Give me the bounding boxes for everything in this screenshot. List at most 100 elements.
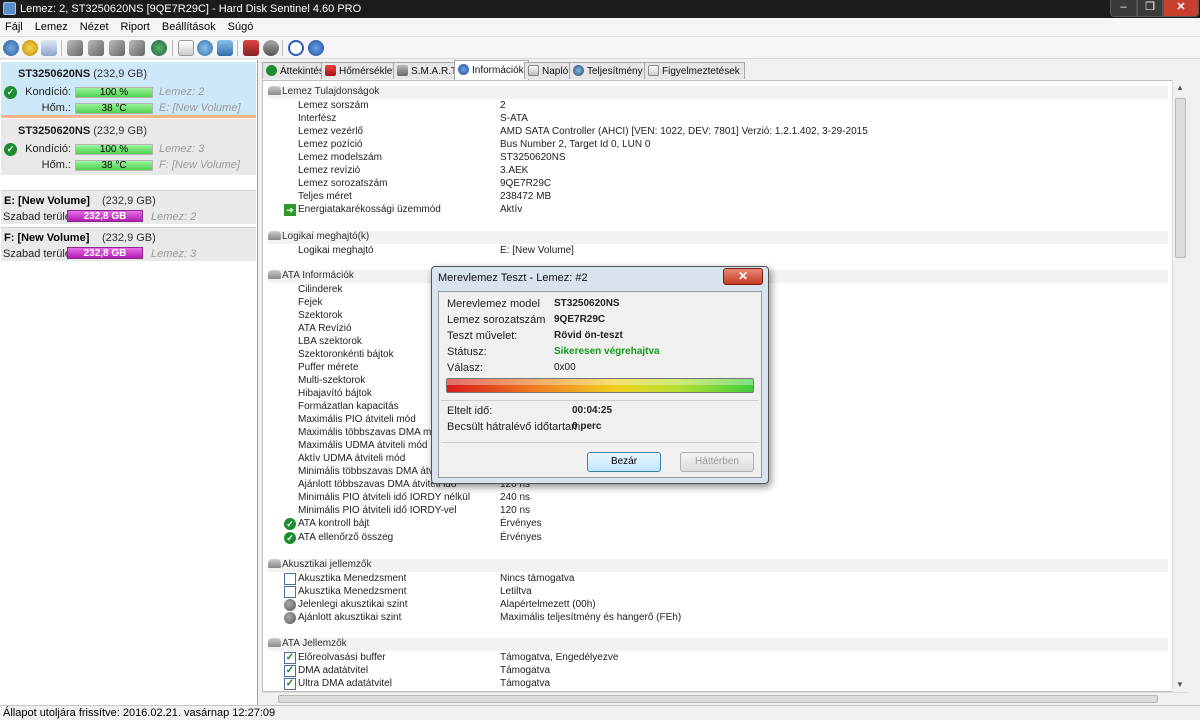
report-icon[interactable] — [243, 40, 259, 56]
close-button[interactable]: Bezár — [587, 452, 661, 472]
menu-settings[interactable]: Beállítások — [156, 18, 222, 33]
volume-ref: F: [New Volume] — [159, 159, 240, 171]
disk-ref: Lemez: 2 — [151, 211, 197, 223]
surface-test-icon[interactable] — [88, 40, 104, 56]
background-button[interactable]: Háttérben — [680, 452, 754, 472]
disk-ref: Lemez: 2 — [159, 86, 205, 98]
scrollbar-thumb[interactable] — [1175, 98, 1186, 258]
elapsed-value: 00:04:25 — [572, 405, 613, 416]
free-space-label: Szabad terület — [3, 211, 74, 223]
section-ata-features[interactable]: ATA Jellemzők — [268, 638, 1168, 651]
disk-tools-icon[interactable] — [263, 40, 279, 56]
self-test-icon[interactable] — [109, 40, 125, 56]
divider — [441, 400, 759, 401]
menu-disk[interactable]: Lemez — [29, 18, 74, 33]
tools-icon[interactable] — [129, 40, 145, 56]
disk-card-3[interactable]: ST3250620NS (232,9 GB) ✓ Kondíció: 100 %… — [1, 119, 256, 175]
test-progress-bar — [446, 378, 754, 393]
toolbar-separator — [237, 40, 238, 56]
menu-report[interactable]: Riport — [115, 18, 156, 33]
alert-icon[interactable] — [22, 40, 38, 56]
toolbar-separator — [61, 40, 62, 56]
menu-help[interactable]: Súgó — [222, 18, 260, 33]
disk-ref: Lemez: 3 — [159, 143, 205, 155]
left-panel: ST3250620NS (232,9 GB) ✓ Kondíció: 100 %… — [0, 60, 258, 705]
horizontal-scrollbar[interactable] — [262, 692, 1188, 704]
help-icon[interactable] — [288, 40, 304, 56]
check-icon: ✓ — [284, 518, 296, 530]
toolbar — [0, 37, 1200, 59]
status-value: Sikeresen végrehajtva — [554, 346, 660, 357]
menu-file[interactable]: Fájl — [0, 18, 29, 33]
wrench-icon[interactable] — [67, 40, 83, 56]
checkbox-unchecked-icon — [284, 586, 296, 598]
free-space-bar: 232,8 GB — [67, 247, 143, 259]
remaining-label: Becsült hátralévő időtartam: — [447, 421, 584, 433]
hard-disk-test-dialog: Merevlemez Teszt - Lemez: #2 ✕ Merevleme… — [431, 266, 769, 484]
disk-icon — [268, 638, 281, 647]
info-row: Interfész S-ATA — [298, 113, 528, 124]
tab-log[interactable]: Napló — [524, 62, 574, 79]
disk-icon — [268, 86, 281, 95]
volume-card-e[interactable]: E: [New Volume] (232,9 GB) Szabad terüle… — [1, 190, 256, 224]
speaker-icon — [284, 612, 296, 624]
tab-overview[interactable]: Áttekintés — [262, 62, 329, 79]
alert-doc-icon — [648, 65, 659, 76]
tab-temperature[interactable]: Hőmérséklet — [321, 62, 401, 79]
scroll-up-icon[interactable]: ▲ — [1176, 83, 1184, 92]
thermometer-icon — [325, 65, 336, 76]
section-logical-drives[interactable]: Logikai meghajtó(k) — [268, 231, 1168, 244]
send-icon[interactable] — [217, 40, 233, 56]
log-icon — [528, 65, 539, 76]
disk-name: ST3250620NS (232,9 GB) — [18, 68, 148, 80]
disk-icon — [268, 231, 281, 240]
info-row: Lemez revízió 3.AEK — [298, 165, 529, 176]
response-label: Válasz: — [447, 362, 484, 374]
info-row: ✓ ATA ellenőrző összeg Érvényes — [284, 532, 1168, 545]
scrollbar-thumb[interactable] — [278, 695, 1158, 703]
refresh-icon[interactable] — [3, 40, 19, 56]
volume-ref: E: [New Volume] — [159, 102, 241, 114]
elapsed-label: Eltelt idő: — [447, 405, 493, 417]
info-row: Minimális PIO átviteli idő IORDY nélkül 2… — [298, 492, 531, 503]
scroll-down-icon[interactable]: ▼ — [1176, 680, 1184, 689]
volume-card-f[interactable]: F: [New Volume] (232,9 GB) Szabad terüle… — [1, 227, 256, 261]
tab-information[interactable]: Információk — [454, 60, 529, 80]
section-acoustic-features[interactable]: Akusztikai jellemzők — [268, 559, 1168, 572]
vertical-scrollbar[interactable]: ▲ ▼ — [1172, 80, 1188, 692]
document-icon[interactable] — [178, 40, 194, 56]
temperature-label: Hőm.: — [41, 102, 71, 114]
close-window-button[interactable]: ✕ — [1163, 0, 1199, 17]
condition-bar: 100 % — [75, 144, 153, 155]
sync-icon[interactable] — [197, 40, 213, 56]
toolbar-separator — [282, 40, 283, 56]
status-label: Státusz: — [447, 346, 487, 358]
maximize-button[interactable]: ❐ — [1137, 0, 1163, 17]
smart-icon — [397, 65, 408, 76]
menu-view[interactable]: Nézet — [74, 18, 115, 33]
condition-label: Kondíció: — [25, 143, 71, 155]
model-value: ST3250620NS — [554, 298, 620, 309]
info-row: ✓ ATA kontroll bájt Érvényes — [284, 518, 1168, 531]
tab-performance[interactable]: Teljesítmény — [569, 62, 648, 79]
minimize-button[interactable]: – — [1110, 0, 1137, 17]
info-row: Minimális PIO átviteli idő IORDY-vel 120 … — [298, 505, 531, 516]
volume-size: (232,9 GB) — [102, 195, 156, 207]
checkbox-checked-icon: ✓ — [284, 665, 296, 677]
tab-alerts[interactable]: Figyelmeztetések — [644, 62, 745, 79]
dialog-close-button[interactable]: ✕ — [723, 268, 763, 285]
globe-icon[interactable] — [151, 40, 167, 56]
section-disk-properties[interactable]: Lemez Tulajdonságok — [268, 86, 1168, 99]
info-row: Teljes méret 238472 MB — [298, 191, 552, 202]
info-row: Jelenlegi akusztikai szint Alapértelmezet… — [284, 599, 1168, 612]
checkbox-checked-icon: ✓ — [284, 678, 296, 690]
mail-icon[interactable] — [41, 40, 57, 56]
temperature-bar: 38 °C — [75, 103, 153, 114]
disk-card-2[interactable]: ST3250620NS (232,9 GB) ✓ Kondíció: 100 %… — [1, 62, 256, 118]
response-value: 0x00 — [554, 362, 576, 373]
volume-size: (232,9 GB) — [102, 232, 156, 244]
volume-name: F: [New Volume] — [4, 232, 90, 244]
info-icon[interactable] — [308, 40, 324, 56]
info-row: ➔ Energiatakarékossági üzemmód Aktív — [284, 204, 1168, 217]
condition-label: Kondíció: — [25, 86, 71, 98]
